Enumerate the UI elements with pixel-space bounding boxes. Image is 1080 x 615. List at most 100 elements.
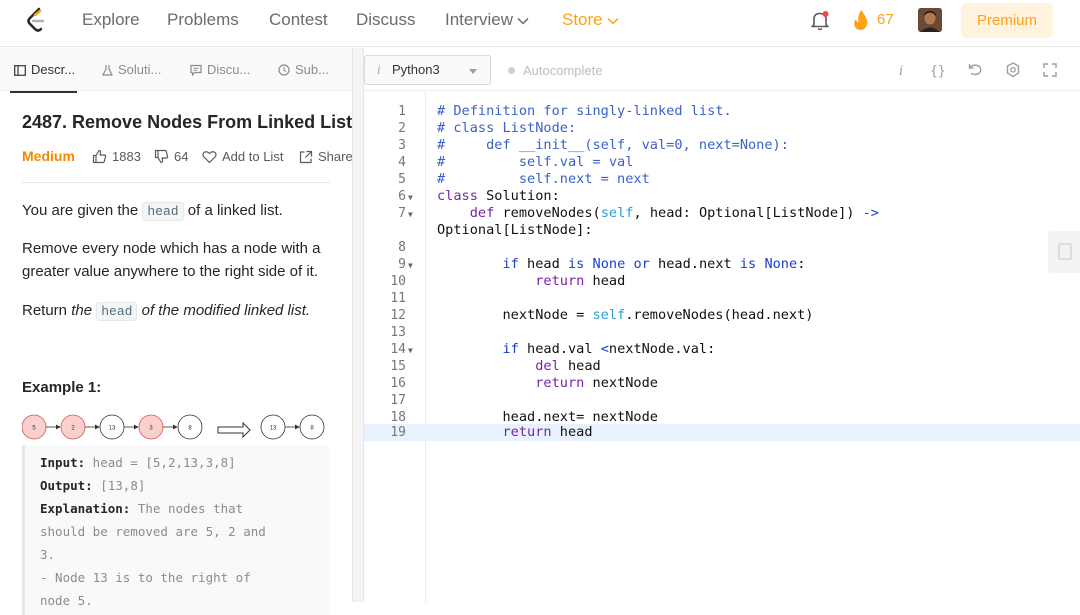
thumbs-down-icon (154, 149, 169, 164)
code-line[interactable]: 3 # def __init__(self, val=0, next=None): (364, 137, 1080, 154)
explanation-line: The nodes that (130, 501, 244, 516)
tab-discuss[interactable]: Discu... (190, 62, 250, 78)
line-number: 15 (390, 359, 406, 374)
add-to-list-label: Add to List (222, 149, 284, 164)
code-line[interactable]: 10 return head (364, 273, 1080, 290)
fold-caret-icon[interactable]: ▼ (408, 189, 413, 206)
nav-store[interactable]: Store (562, 10, 619, 30)
code-line[interactable]: 5 # self.next = next (364, 171, 1080, 188)
line-number: 19 (390, 425, 406, 440)
code-line-active[interactable]: 19 return head (364, 424, 1080, 441)
thumbs-up-icon (92, 149, 107, 164)
add-to-list-button[interactable]: Add to List (202, 149, 283, 165)
line-number: 9 (398, 257, 406, 272)
svg-text:i: i (899, 64, 903, 79)
user-avatar[interactable] (918, 8, 942, 32)
settings-icon[interactable] (1004, 61, 1022, 79)
nav-explore[interactable]: Explore (82, 10, 140, 30)
share-button[interactable]: Share (299, 149, 353, 165)
line-number: 11 (390, 291, 406, 306)
autocomplete-label: Autocomplete (523, 63, 603, 78)
svg-text:{}: {} (930, 64, 946, 79)
code-line[interactable]: 9 ▼ if head is None or head.next is None: (364, 256, 1080, 273)
code-line[interactable]: 2 # class ListNode: (364, 120, 1080, 137)
caret-down-icon (469, 69, 477, 74)
flask-icon (102, 65, 113, 76)
comment-icon (190, 64, 202, 76)
line-number: 5 (398, 172, 406, 187)
output-value: [13,8] (92, 478, 146, 493)
format-braces-icon[interactable]: {} (929, 61, 947, 79)
fire-streak-icon[interactable] (851, 9, 871, 31)
code-head: head (142, 202, 184, 221)
line-number: 17 (390, 393, 406, 408)
tab-description-label: Descr... (31, 62, 76, 77)
code-line[interactable]: Optional[ListNode]: (364, 222, 1080, 239)
code-line[interactable]: 16 return nextNode (364, 375, 1080, 392)
problem-meta: Medium 1883 64 Add to List Share (22, 148, 362, 166)
code-head-2: head (96, 302, 138, 321)
toggle-dot (508, 67, 515, 74)
explanation-line: node 5. (40, 593, 93, 608)
editor-toolbar: i Python3 Autocomplete i {} (364, 48, 1080, 91)
reset-icon[interactable] (966, 61, 984, 79)
info-icon: i (377, 63, 381, 77)
code-line[interactable]: 7 ▼ def removeNodes(self, head: Optional[… (364, 205, 1080, 222)
top-navbar: Explore Problems Contest Discuss Intervi… (0, 0, 1080, 47)
meta-divider (22, 182, 330, 183)
tab-discuss-label: Discu... (207, 62, 251, 77)
note-icon (1058, 243, 1072, 260)
problem-tabs: Descr... Soluti... Discu... Sub... (0, 48, 352, 93)
notification-bell-icon[interactable] (809, 9, 831, 31)
language-select[interactable]: i Python3 (364, 55, 491, 85)
fold-caret-icon[interactable]: ▼ (408, 257, 413, 274)
code-line[interactable]: 6 ▼ class Solution: (364, 188, 1080, 205)
like-button[interactable]: 1883 (92, 149, 141, 165)
code-line[interactable]: 17 (364, 392, 1080, 409)
line-number: 6 (398, 189, 406, 204)
explanation-line: should be removed are 5, 2 and (40, 524, 266, 539)
list-node-value: 13 (270, 426, 277, 432)
autocomplete-toggle[interactable]: Autocomplete (508, 63, 603, 79)
code-line[interactable]: 13 (364, 324, 1080, 341)
leetcode-logo-icon[interactable] (24, 7, 50, 34)
nav-interview[interactable]: Interview (445, 10, 529, 30)
code-line[interactable]: 14 ▼ if head.val <nextNode.val: (364, 341, 1080, 358)
description-icon (14, 65, 26, 76)
tab-submissions[interactable]: Sub... (278, 62, 329, 78)
line-number: 14 (390, 342, 406, 357)
dislike-count: 64 (174, 149, 189, 164)
fold-caret-icon[interactable]: ▼ (408, 342, 413, 359)
line-number: 2 (398, 121, 406, 136)
code-line[interactable]: 4 # self.val = val (364, 154, 1080, 171)
code-line[interactable]: 8 (364, 239, 1080, 256)
example-title: Example 1: (22, 379, 102, 396)
code-editor[interactable]: 1 # Definition for singly-linked list. 2 #… (364, 92, 1080, 602)
paragraph-3: Return the head of the modified linked l… (22, 299, 332, 323)
panel-resize-handle[interactable] (352, 48, 364, 602)
nav-problems[interactable]: Problems (167, 10, 239, 30)
code-line[interactable]: 1 # Definition for singly-linked list. (364, 103, 1080, 120)
problem-title: 2487. Remove Nodes From Linked List (22, 112, 353, 132)
fold-caret-icon[interactable]: ▼ (408, 206, 413, 223)
nav-discuss[interactable]: Discuss (356, 10, 416, 30)
premium-button[interactable]: Premium (961, 3, 1053, 38)
p3-text-post: of the modified linked list. (137, 302, 311, 319)
side-panel-toggle[interactable] (1048, 231, 1080, 273)
streak-count[interactable]: 67 (877, 11, 894, 29)
tab-solution[interactable]: Soluti... (102, 62, 161, 78)
list-node-value: 13 (109, 426, 116, 432)
nav-contest[interactable]: Contest (269, 10, 328, 30)
line-number: 1 (398, 104, 406, 119)
code-line[interactable]: 11 (364, 290, 1080, 307)
code-line[interactable]: 15 del head (364, 358, 1080, 375)
chevron-down-icon (517, 17, 529, 25)
dislike-button[interactable]: 64 (154, 149, 188, 165)
line-number: 13 (390, 325, 406, 340)
tab-submissions-label: Sub... (295, 62, 329, 77)
code-line[interactable]: 12 nextNode = self.removeNodes(head.next… (364, 307, 1080, 324)
tab-description[interactable]: Descr... (9, 62, 78, 93)
nav-store-label: Store (562, 10, 603, 29)
fullscreen-icon[interactable] (1041, 61, 1059, 79)
info-icon[interactable]: i (892, 61, 910, 79)
